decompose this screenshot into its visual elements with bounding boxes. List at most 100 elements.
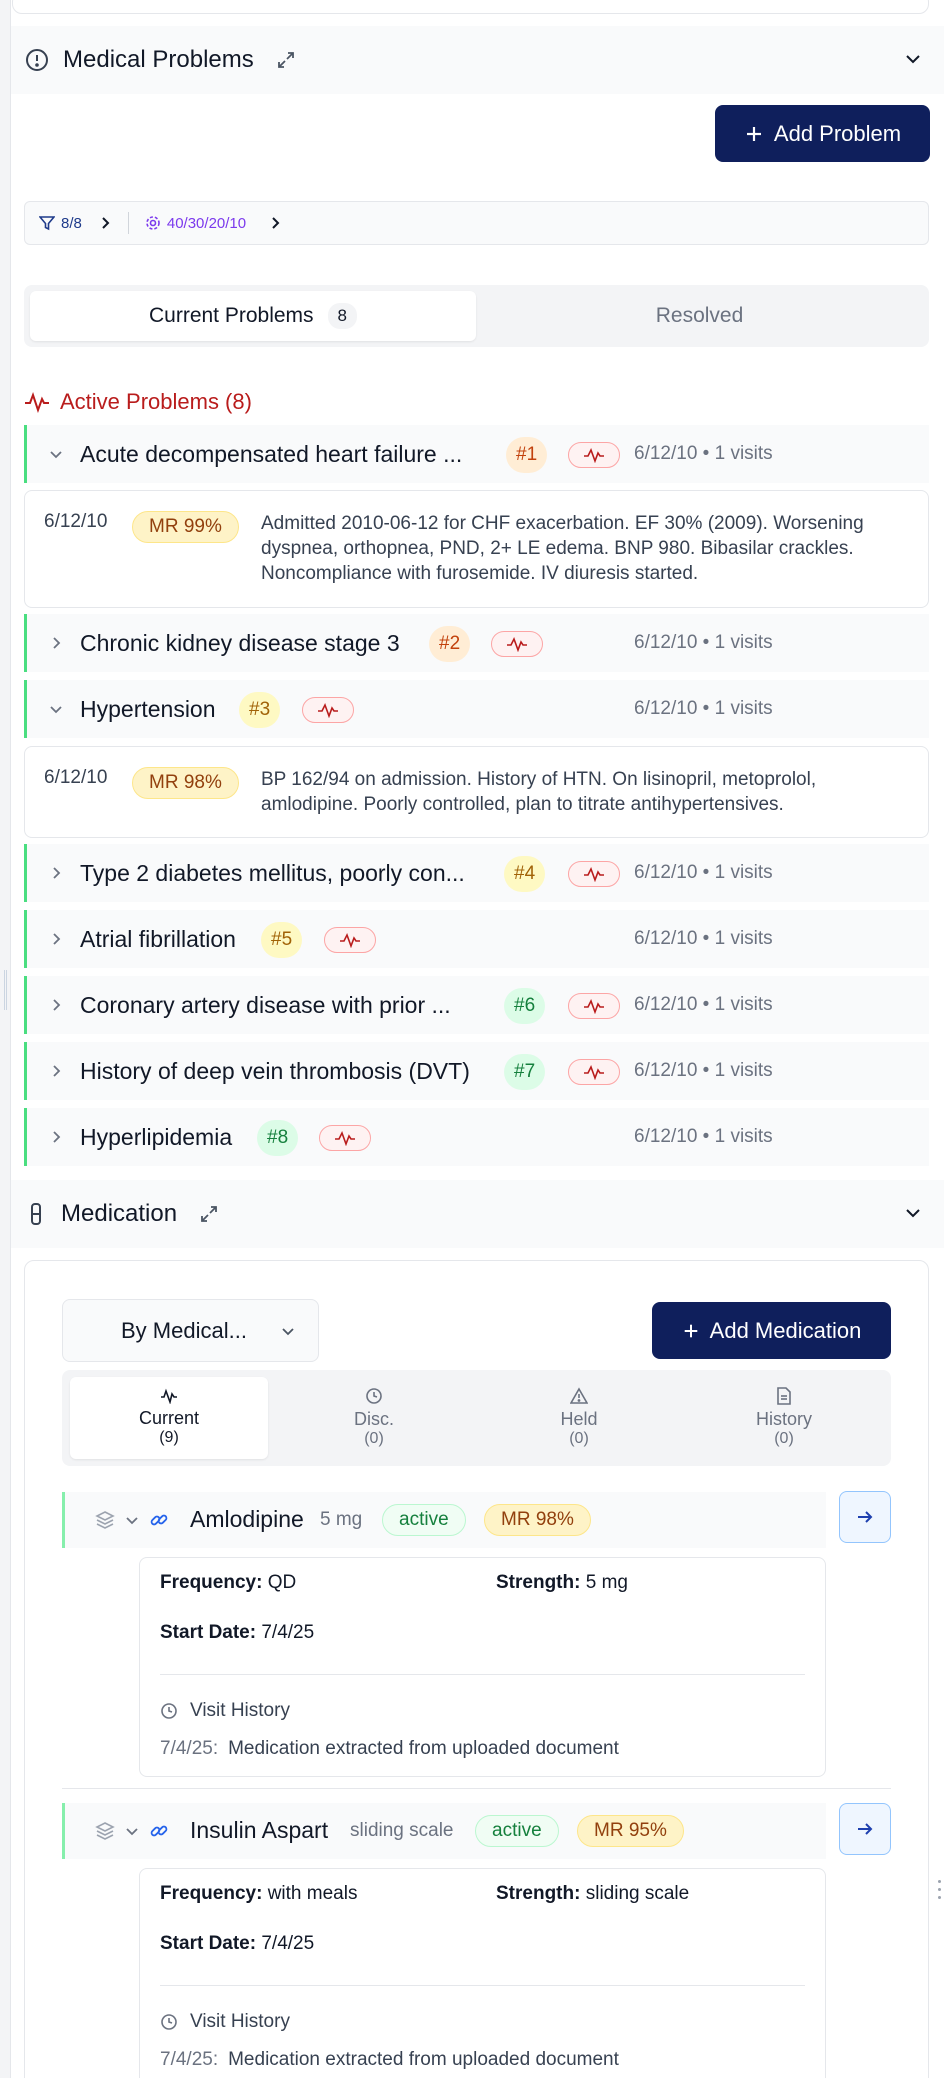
add-problem-button[interactable]: Add Problem bbox=[715, 105, 930, 162]
active-problems-title: Active Problems (8) bbox=[60, 389, 252, 414]
rank-badge: #3 bbox=[239, 692, 281, 728]
plus-icon bbox=[682, 1322, 700, 1340]
arrow-right-icon bbox=[855, 1507, 875, 1527]
open-medication-button[interactable] bbox=[839, 1491, 891, 1543]
problem-meta: 6/12/10 • 1 visits bbox=[634, 443, 773, 464]
chevron-right-icon[interactable] bbox=[49, 1130, 63, 1144]
alert-circle-icon bbox=[25, 48, 49, 72]
chevron-right-icon[interactable] bbox=[49, 636, 63, 650]
chevron-right-icon[interactable] bbox=[49, 866, 63, 880]
layers-icon[interactable] bbox=[95, 1821, 115, 1841]
status-badge: active bbox=[475, 1815, 559, 1847]
document-icon bbox=[776, 1387, 792, 1405]
strength-field: Strength: 5 mg bbox=[496, 1572, 628, 1593]
weights-value: 40/30/20/10 bbox=[166, 214, 247, 232]
chevron-down-icon bbox=[280, 1324, 296, 1340]
problem-name: Hypertension bbox=[80, 696, 216, 722]
drag-handle-icon[interactable] bbox=[938, 1880, 942, 1904]
layers-icon[interactable] bbox=[95, 1510, 115, 1530]
visit-history-title: Visit History bbox=[160, 2011, 290, 2033]
problem-meta: 6/12/10 • 1 visits bbox=[634, 1060, 773, 1081]
problem-meta: 6/12/10 • 1 visits bbox=[634, 862, 773, 883]
problem-row[interactable]: Chronic kidney disease stage 3 #2 6/12/1… bbox=[24, 614, 929, 672]
chevron-right-icon[interactable] bbox=[49, 932, 63, 946]
medication-row[interactable]: Amlodipine 5 mg active MR 98% bbox=[62, 1492, 826, 1548]
tab-held[interactable]: Held (0) bbox=[480, 1377, 678, 1459]
frequency-field: Frequency: with meals bbox=[160, 1883, 358, 1904]
problem-row[interactable]: Acute decompensated heart failure ... #1… bbox=[24, 425, 929, 483]
tab-resolved[interactable]: Resolved bbox=[476, 291, 923, 341]
activity-badge-icon bbox=[568, 442, 620, 468]
tab-label: Current bbox=[138, 1408, 200, 1428]
activity-icon bbox=[24, 391, 50, 413]
problem-row[interactable]: Hypertension #3 6/12/10 • 1 visits bbox=[24, 680, 929, 738]
problem-row[interactable]: Coronary artery disease with prior ... #… bbox=[24, 976, 929, 1034]
open-medication-button[interactable] bbox=[839, 1803, 891, 1855]
warning-triangle-icon bbox=[570, 1387, 588, 1405]
collapse-chevron-icon[interactable] bbox=[904, 1204, 922, 1222]
chevron-down-icon[interactable] bbox=[49, 447, 63, 461]
mr-confidence-badge: MR 98% bbox=[132, 767, 239, 799]
tab-history[interactable]: History (0) bbox=[685, 1377, 883, 1459]
plus-icon bbox=[744, 124, 764, 144]
link-icon[interactable] bbox=[149, 1510, 169, 1530]
expand-icon[interactable] bbox=[199, 1204, 219, 1224]
collapse-chevron-icon[interactable] bbox=[904, 50, 922, 68]
detail-date: 6/12/10 bbox=[44, 511, 108, 532]
activity-badge-icon bbox=[568, 993, 620, 1019]
divider bbox=[160, 1674, 805, 1675]
tab-count: (0) bbox=[569, 1430, 589, 1447]
problem-detail: 6/12/10 MR 98% BP 162/94 on admission. H… bbox=[24, 746, 929, 838]
detail-text: Admitted 2010-06-12 for CHF exacerbation… bbox=[261, 513, 864, 584]
problem-tabs: Current Problems 8 Resolved bbox=[24, 285, 929, 347]
filter-toggle[interactable]: 8/8 bbox=[39, 215, 82, 232]
filter-bar: 8/8 40/30/20/10 bbox=[24, 201, 929, 245]
problem-name: Hyperlipidemia bbox=[80, 1124, 233, 1150]
chevron-down-icon[interactable] bbox=[125, 1824, 139, 1838]
problem-row[interactable]: Type 2 diabetes mellitus, poorly con... … bbox=[24, 844, 929, 902]
problem-row[interactable]: Atrial fibrillation #5 6/12/10 • 1 visit… bbox=[24, 910, 929, 968]
chevron-right-icon[interactable] bbox=[49, 1064, 63, 1078]
medical-problems-header[interactable]: Medical Problems bbox=[11, 26, 944, 94]
rank-badge: #5 bbox=[261, 922, 303, 958]
tab-current-problems[interactable]: Current Problems 8 bbox=[30, 291, 476, 341]
add-medication-button[interactable]: Add Medication bbox=[652, 1302, 891, 1359]
pill-icon bbox=[25, 1202, 47, 1226]
chevron-right-icon[interactable] bbox=[49, 998, 63, 1012]
tab-label: History bbox=[755, 1409, 812, 1429]
expand-icon[interactable] bbox=[276, 50, 296, 70]
left-rail bbox=[0, 0, 11, 2078]
medication-name: Amlodipine bbox=[190, 1506, 304, 1532]
tab-discontinued[interactable]: Disc. (0) bbox=[275, 1377, 473, 1459]
link-icon[interactable] bbox=[149, 1821, 169, 1841]
medication-row[interactable]: Insulin Aspart sliding scale active MR 9… bbox=[62, 1803, 826, 1859]
weights-toggle[interactable]: 40/30/20/10 bbox=[145, 215, 246, 232]
chevron-right-icon[interactable] bbox=[268, 216, 282, 230]
problem-detail: 6/12/10 MR 99% Admitted 2010-06-12 for C… bbox=[24, 490, 929, 608]
resize-handle[interactable] bbox=[4, 970, 7, 1010]
problem-meta: 6/12/10 • 1 visits bbox=[634, 632, 773, 653]
rank-badge: #2 bbox=[429, 626, 471, 662]
chevron-down-icon[interactable] bbox=[49, 702, 63, 716]
problem-row[interactable]: Hyperlipidemia #8 6/12/10 • 1 visits bbox=[24, 1108, 929, 1166]
activity-badge-icon bbox=[491, 631, 543, 657]
tab-current[interactable]: Current (9) bbox=[70, 1377, 268, 1459]
group-by-select[interactable]: By Medical... bbox=[62, 1299, 319, 1362]
previous-card-edge bbox=[12, 0, 929, 14]
activity-badge-icon bbox=[319, 1125, 371, 1151]
frequency-field: Frequency: QD bbox=[160, 1572, 297, 1593]
rank-badge: #6 bbox=[504, 988, 546, 1024]
arrow-right-icon bbox=[855, 1819, 875, 1839]
status-badge: active bbox=[382, 1504, 466, 1536]
problem-name: Chronic kidney disease stage 3 bbox=[80, 630, 400, 656]
medication-header[interactable]: Medication bbox=[11, 1180, 944, 1248]
visit-history-entry: 7/4/25: Medication extracted from uploade… bbox=[160, 1738, 619, 1759]
activity-icon bbox=[160, 1388, 178, 1404]
tab-label: Disc. bbox=[354, 1409, 394, 1429]
chevron-down-icon[interactable] bbox=[125, 1513, 139, 1527]
activity-badge-icon bbox=[302, 697, 354, 723]
medication-detail: Frequency: QD Strength: 5 mg Start Date:… bbox=[139, 1557, 826, 1777]
problem-row[interactable]: History of deep vein thrombosis (DVT) #7… bbox=[24, 1042, 929, 1100]
chevron-right-icon[interactable] bbox=[98, 216, 112, 230]
problem-name: History of deep vein thrombosis (DVT) bbox=[80, 1058, 470, 1084]
